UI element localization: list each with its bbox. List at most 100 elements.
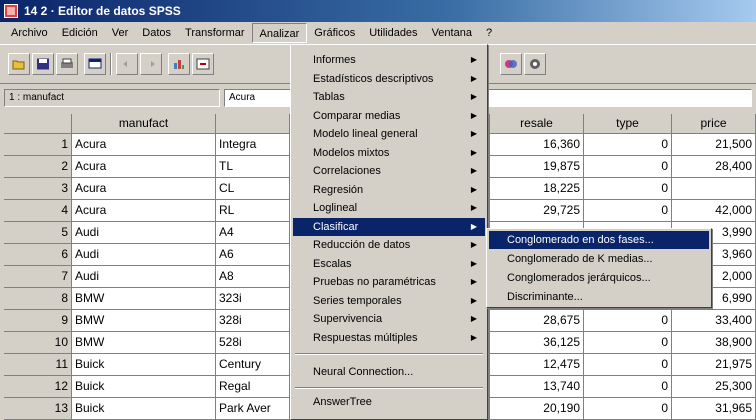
cell-manufact[interactable]: BMW <box>72 332 216 354</box>
cell-type[interactable]: 0 <box>584 200 672 222</box>
cell-model[interactable]: TL <box>216 156 290 178</box>
cell-model[interactable]: Regal <box>216 376 290 398</box>
menu-item-escalas[interactable]: Escalas ▶ <box>293 255 485 273</box>
open-folder-icon[interactable] <box>8 53 30 75</box>
row-number[interactable]: 6 <box>4 244 72 266</box>
cell-model[interactable]: Integra <box>216 134 290 156</box>
cell-type[interactable]: 0 <box>584 376 672 398</box>
cell-type[interactable]: 0 <box>584 134 672 156</box>
cell-type[interactable]: 0 <box>584 332 672 354</box>
menu-item-informes[interactable]: Informes ▶ <box>293 51 485 69</box>
menu-item-regresi-n[interactable]: Regresión ▶ <box>293 181 485 199</box>
cell-price[interactable]: 21,500 <box>672 134 756 156</box>
row-number[interactable]: 1 <box>4 134 72 156</box>
cell-price[interactable]: 25,300 <box>672 376 756 398</box>
menu-item-supervivencia[interactable]: Supervivencia ▶ <box>293 310 485 328</box>
column-header-model[interactable] <box>216 114 290 134</box>
cell-price[interactable]: 31,965 <box>672 398 756 420</box>
cell-resale[interactable]: 19,875 <box>490 156 584 178</box>
cell-manufact[interactable]: Buick <box>72 398 216 420</box>
menu-utilidades[interactable]: Utilidades <box>362 23 424 43</box>
cell-manufact[interactable]: BMW <box>72 288 216 310</box>
menu-item-respuestas-m-ltiples[interactable]: Respuestas múltiples ▶ <box>293 329 485 347</box>
cell-type[interactable]: 0 <box>584 156 672 178</box>
cell-manufact[interactable]: Acura <box>72 178 216 200</box>
cell-model[interactable]: Century <box>216 354 290 376</box>
print-icon[interactable] <box>56 53 78 75</box>
menu-item-reducci-n-de-datos[interactable]: Reducción de datos ▶ <box>293 236 485 254</box>
cell-manufact[interactable]: Audi <box>72 222 216 244</box>
cell-type[interactable]: 0 <box>584 398 672 420</box>
menu-item-neural-connection[interactable]: Neural Connection... <box>293 363 485 381</box>
menu-item-pruebas-no-param-tricas[interactable]: Pruebas no paramétricas ▶ <box>293 273 485 291</box>
menu-item-loglineal[interactable]: Loglineal ▶ <box>293 199 485 217</box>
save-disk-icon[interactable] <box>32 53 54 75</box>
menu-item-series-temporales[interactable]: Series temporales ▶ <box>293 292 485 310</box>
cell-resale[interactable]: 29,725 <box>490 200 584 222</box>
menu-item-modelos-mixtos[interactable]: Modelos mixtos ▶ <box>293 144 485 162</box>
row-number[interactable]: 3 <box>4 178 72 200</box>
row-number[interactable]: 2 <box>4 156 72 178</box>
cell-manufact[interactable]: Audi <box>72 266 216 288</box>
cell-resale[interactable]: 36,125 <box>490 332 584 354</box>
menu-transformar[interactable]: Transformar <box>178 23 252 43</box>
cell-model[interactable]: A6 <box>216 244 290 266</box>
column-header-price[interactable]: price <box>672 114 756 134</box>
cell-resale[interactable]: 18,225 <box>490 178 584 200</box>
column-header-manufact[interactable]: manufact <box>72 114 216 134</box>
cell-manufact[interactable]: BMW <box>72 310 216 332</box>
menu-archivo[interactable]: Archivo <box>4 23 55 43</box>
value-labels-icon[interactable] <box>500 53 522 75</box>
submenu-item-discriminante-[interactable]: Discriminante... <box>489 288 709 306</box>
cell-type[interactable]: 0 <box>584 178 672 200</box>
submenu-item-conglomerado-en-dos-fases-[interactable]: Conglomerado en dos fases... <box>489 231 709 249</box>
cell-price[interactable]: 28,400 <box>672 156 756 178</box>
undo-icon[interactable] <box>116 53 138 75</box>
cell-price[interactable]: 33,400 <box>672 310 756 332</box>
cell-manufact[interactable]: Buick <box>72 354 216 376</box>
menu-item-estad-sticos-descriptivos[interactable]: Estadísticos descriptivos ▶ <box>293 70 485 88</box>
cell-resale[interactable]: 12,475 <box>490 354 584 376</box>
row-number[interactable]: 9 <box>4 310 72 332</box>
menu-item-correlaciones[interactable]: Correlaciones ▶ <box>293 162 485 180</box>
cell-resale[interactable]: 13,740 <box>490 376 584 398</box>
redo-icon[interactable] <box>140 53 162 75</box>
row-number[interactable]: 10 <box>4 332 72 354</box>
menu-item-answertree[interactable]: AnswerTree <box>293 393 485 411</box>
cell-model[interactable]: A8 <box>216 266 290 288</box>
menu-ver[interactable]: Ver <box>105 23 136 43</box>
dialog-recall-icon[interactable] <box>84 53 106 75</box>
goto-case-icon[interactable] <box>192 53 214 75</box>
cell-resale[interactable]: 20,190 <box>490 398 584 420</box>
menu-datos[interactable]: Datos <box>135 23 178 43</box>
cell-manufact[interactable]: Acura <box>72 200 216 222</box>
menu-item-tablas[interactable]: Tablas ▶ <box>293 88 485 106</box>
menu-item-clasificar[interactable]: Clasificar ▶ <box>293 217 485 236</box>
cell-model[interactable]: RL <box>216 200 290 222</box>
cell-type[interactable]: 0 <box>584 354 672 376</box>
menu-item-modelo-lineal-general[interactable]: Modelo lineal general ▶ <box>293 125 485 143</box>
menu-item-comparar-medias[interactable]: Comparar medias ▶ <box>293 107 485 125</box>
column-header-type[interactable]: type <box>584 114 672 134</box>
goto-chart-icon[interactable] <box>168 53 190 75</box>
cell-manufact[interactable]: Buick <box>72 376 216 398</box>
row-number[interactable]: 11 <box>4 354 72 376</box>
menu-analizar[interactable]: Analizar <box>251 23 308 43</box>
cell-model[interactable]: CL <box>216 178 290 200</box>
menu-help[interactable]: ? <box>479 23 499 43</box>
row-number[interactable]: 8 <box>4 288 72 310</box>
cell-type[interactable]: 0 <box>584 310 672 332</box>
cell-model[interactable]: 323i <box>216 288 290 310</box>
cell-model[interactable]: 328i <box>216 310 290 332</box>
cell-manufact[interactable]: Audi <box>72 244 216 266</box>
cell-model[interactable]: 528i <box>216 332 290 354</box>
row-number[interactable]: 12 <box>4 376 72 398</box>
row-number[interactable]: 4 <box>4 200 72 222</box>
menu-ventana[interactable]: Ventana <box>425 23 479 43</box>
submenu-item-conglomerado-de-k-medias-[interactable]: Conglomerado de K medias... <box>489 250 709 268</box>
cell-resale[interactable]: 16,360 <box>490 134 584 156</box>
cell-model[interactable]: A4 <box>216 222 290 244</box>
cell-resale[interactable]: 28,675 <box>490 310 584 332</box>
cell-price[interactable]: 42,000 <box>672 200 756 222</box>
cell-price[interactable] <box>672 178 756 200</box>
